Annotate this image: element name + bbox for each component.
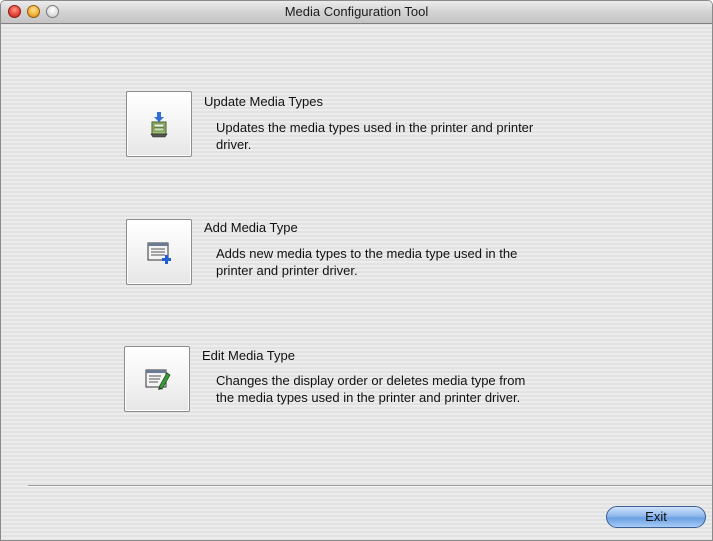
edit-media-type-desc-line-2: the media types used in the printer and … <box>216 390 521 405</box>
add-media-icon <box>147 242 171 264</box>
update-media-types-heading: Update Media Types <box>204 94 323 109</box>
update-media-types-button[interactable] <box>126 91 192 157</box>
edit-media-type-description: Changes the display order or deletes med… <box>216 372 616 406</box>
add-media-type-desc-line-1: Adds new media types to the media type u… <box>216 246 518 261</box>
edit-media-type-button[interactable] <box>124 346 190 412</box>
edit-media-icon <box>145 369 171 390</box>
update-media-icon <box>150 112 168 138</box>
add-media-type-heading: Add Media Type <box>204 220 298 235</box>
update-media-types-description: Updates the media types used in the prin… <box>216 119 616 153</box>
add-media-type-description: Adds new media types to the media type u… <box>216 245 616 279</box>
window-title: Media Configuration Tool <box>284 4 429 19</box>
add-media-type-desc-line-2: printer and printer driver. <box>216 263 358 278</box>
edit-media-type-heading: Edit Media Type <box>202 348 295 363</box>
edit-media-type-desc-line-1: Changes the display order or deletes med… <box>216 373 526 388</box>
footer-divider <box>28 485 712 487</box>
title-bar[interactable]: Media Configuration Tool <box>1 1 712 24</box>
exit-button[interactable]: Exit <box>606 506 706 528</box>
update-media-types-desc-line-1: Updates the media types used in the prin… <box>216 120 534 135</box>
add-media-type-button[interactable] <box>126 219 192 285</box>
app-window: Media Configuration Tool Update Media Ty… <box>0 0 713 541</box>
update-media-types-desc-line-2: driver. <box>216 137 252 152</box>
